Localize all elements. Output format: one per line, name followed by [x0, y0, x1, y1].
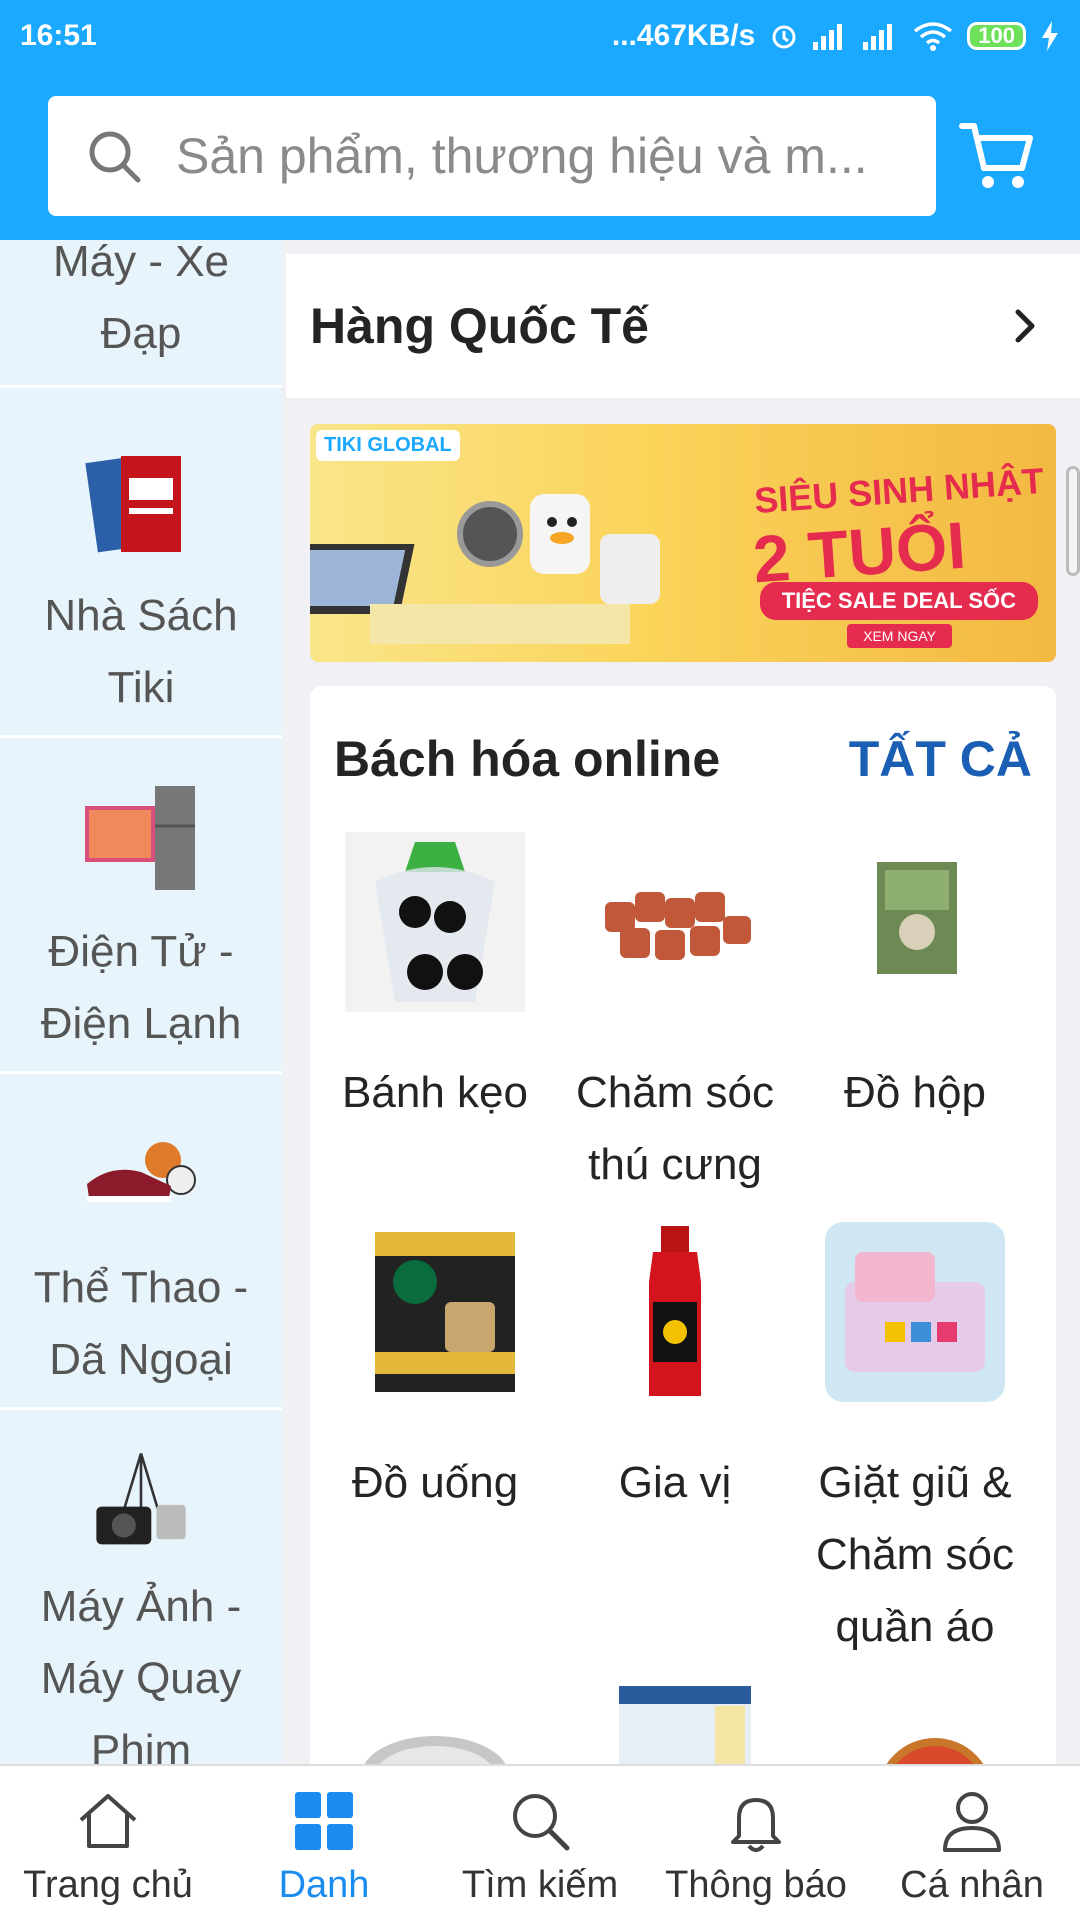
kefir-box-image [619, 1686, 751, 1766]
grocery-title: Bách hóa online [334, 731, 721, 787]
banner-tagline: TIỆC SALE DEAL SỐC [759, 582, 1038, 620]
battery-indicator: 100 [967, 22, 1026, 50]
sidebar-item-bicycle[interactable]: Máy - Xe Đạp [0, 240, 282, 388]
nav-notifications[interactable]: Thông báo [648, 1766, 864, 1920]
pot-image [363, 1736, 507, 1766]
nav-label: Thông báo [665, 1864, 847, 1906]
nav-label: Cá nhân [900, 1864, 1044, 1906]
search-icon [513, 1794, 570, 1851]
sidebar-item-label: Dã Ngoại [49, 1335, 233, 1384]
sauce-bottle-image [649, 1226, 701, 1396]
canned-food-image [877, 862, 957, 974]
grocery-item-canned[interactable]: Đồ hộp [795, 832, 1035, 1129]
intl-goods-row[interactable]: Hàng Quốc Tế [286, 254, 1080, 398]
grocery-item-label: Chăm sóc [575, 1068, 775, 1117]
view-all-link[interactable]: TẤT CẢ [849, 730, 1032, 788]
status-time: 16:51 [20, 19, 97, 52]
sidebar-item-camera[interactable]: Máy Ảnh - Máy Quay Phim [0, 1410, 282, 1766]
search-placeholder: Sản phẩm, thương hiệu và m... [176, 128, 868, 184]
home-icon [79, 1794, 137, 1848]
grocery-item-drinks[interactable]: Đồ uống [315, 1222, 555, 1519]
bell-icon [731, 1798, 781, 1852]
sidebar-item-label: Máy - Xe [52, 240, 230, 286]
nav-label: Danh [278, 1864, 370, 1906]
signal-icon [813, 24, 843, 50]
sidebar-item-label: Điện Lạnh [40, 999, 242, 1048]
grocery-item-label: thú cưng [588, 1140, 762, 1189]
status-bar: 16:51 ...467KB/s 100 [0, 0, 1080, 72]
status-indicators: ...467KB/s 100 [612, 19, 1060, 53]
sidebar-item-label: Điện Tử - [48, 927, 234, 976]
nav-search[interactable]: Tìm kiếm [432, 1766, 648, 1920]
cart-icon[interactable] [958, 116, 1038, 196]
chevron-right-icon [1015, 309, 1035, 343]
sidebar-item-electronics[interactable]: Điện Tử - Điện Lạnh [0, 738, 282, 1074]
sidebar-item-label: Nhà Sách [44, 591, 238, 640]
scroll-indicator[interactable] [1066, 466, 1080, 576]
grocery-item-pet-care[interactable]: Chăm sóc thú cưng [555, 832, 795, 1201]
search-input[interactable]: Sản phẩm, thương hiệu và m... [48, 96, 936, 216]
banner-products-image [310, 494, 660, 644]
category-grid-icon [295, 1792, 353, 1850]
sidebar-item-sports[interactable]: Thể Thao - Dã Ngoại [0, 1074, 282, 1410]
intl-goods-title: Hàng Quốc Tế [310, 298, 649, 354]
sidebar-item-label: Máy Ảnh - [40, 1582, 242, 1631]
grocery-item-label: quần áo [835, 1602, 995, 1651]
nav-home[interactable]: Trang chủ [0, 1766, 216, 1920]
candy-image [345, 832, 525, 1012]
sidebar-item-label: Thể Thao - [33, 1263, 249, 1312]
pizza-image [885, 1738, 985, 1766]
grocery-item-laundry[interactable]: Giặt giũ & Chăm sóc quần áo [795, 1222, 1035, 1663]
sidebar-item-label: Đạp [100, 309, 182, 358]
grocery-section: Bách hóa online TẤT CẢ Bánh kẹo Chăm sóc… [310, 686, 1056, 1766]
alarm-icon [772, 25, 796, 49]
nav-label: Trang chủ [23, 1864, 193, 1906]
wifi-icon [914, 22, 953, 51]
sidebar-item-label: Phim [90, 1726, 192, 1766]
grocery-item-label: Chăm sóc [815, 1530, 1015, 1579]
nav-profile[interactable]: Cá nhân [864, 1766, 1080, 1920]
tv-fridge-icon [85, 786, 195, 890]
charging-icon [1042, 21, 1058, 51]
user-icon [943, 1792, 1001, 1852]
grocery-item-label: Đồ hộp [844, 1068, 986, 1117]
book-icon [85, 456, 181, 553]
grocery-item-label: Giặt giũ & [818, 1458, 1012, 1507]
sports-icon [87, 1142, 196, 1202]
sewing-box-image [825, 1222, 1005, 1402]
search-icon [89, 131, 141, 183]
category-sidebar: Máy - Xe Đạp Nhà Sách Tiki Điện Tử - Điệ… [0, 240, 282, 1766]
grocery-item-label: Đồ uống [351, 1458, 519, 1507]
banner-cta-button[interactable]: XEM NGAY [847, 624, 952, 648]
coffee-box-image [375, 1232, 515, 1392]
bottom-navigation: Trang chủ Danh Tìm kiếm Thông báo Cá nhâ… [0, 1764, 1080, 1920]
nav-categories[interactable]: Danh [216, 1766, 432, 1920]
network-speed: ...467KB/s [611, 19, 756, 52]
promo-banner[interactable]: TIKI GLOBAL SIÊU SINH NHẬT 2 TUỔI TIỆC S… [310, 424, 1056, 662]
nav-label: Tìm kiếm [461, 1864, 619, 1906]
grocery-item-label: Gia vị [618, 1458, 732, 1507]
sidebar-item-books[interactable]: Nhà Sách Tiki [0, 402, 282, 738]
grocery-item-spices[interactable]: Gia vị [555, 1222, 795, 1519]
sidebar-item-label: Tiki [107, 663, 175, 712]
pet-food-image [605, 892, 751, 960]
sidebar-item-label: Máy Quay [40, 1654, 242, 1703]
grocery-item-candy[interactable]: Bánh kẹo [315, 832, 555, 1129]
camera-icon [96, 1453, 186, 1545]
category-content: Hàng Quốc Tế TIKI GLOBAL SIÊU SINH NHẬT … [286, 240, 1080, 1766]
grocery-item-label: Bánh kẹo [342, 1068, 528, 1117]
signal-icon-2 [863, 24, 893, 50]
app-header: Sản phẩm, thương hiệu và m... [0, 72, 1080, 240]
